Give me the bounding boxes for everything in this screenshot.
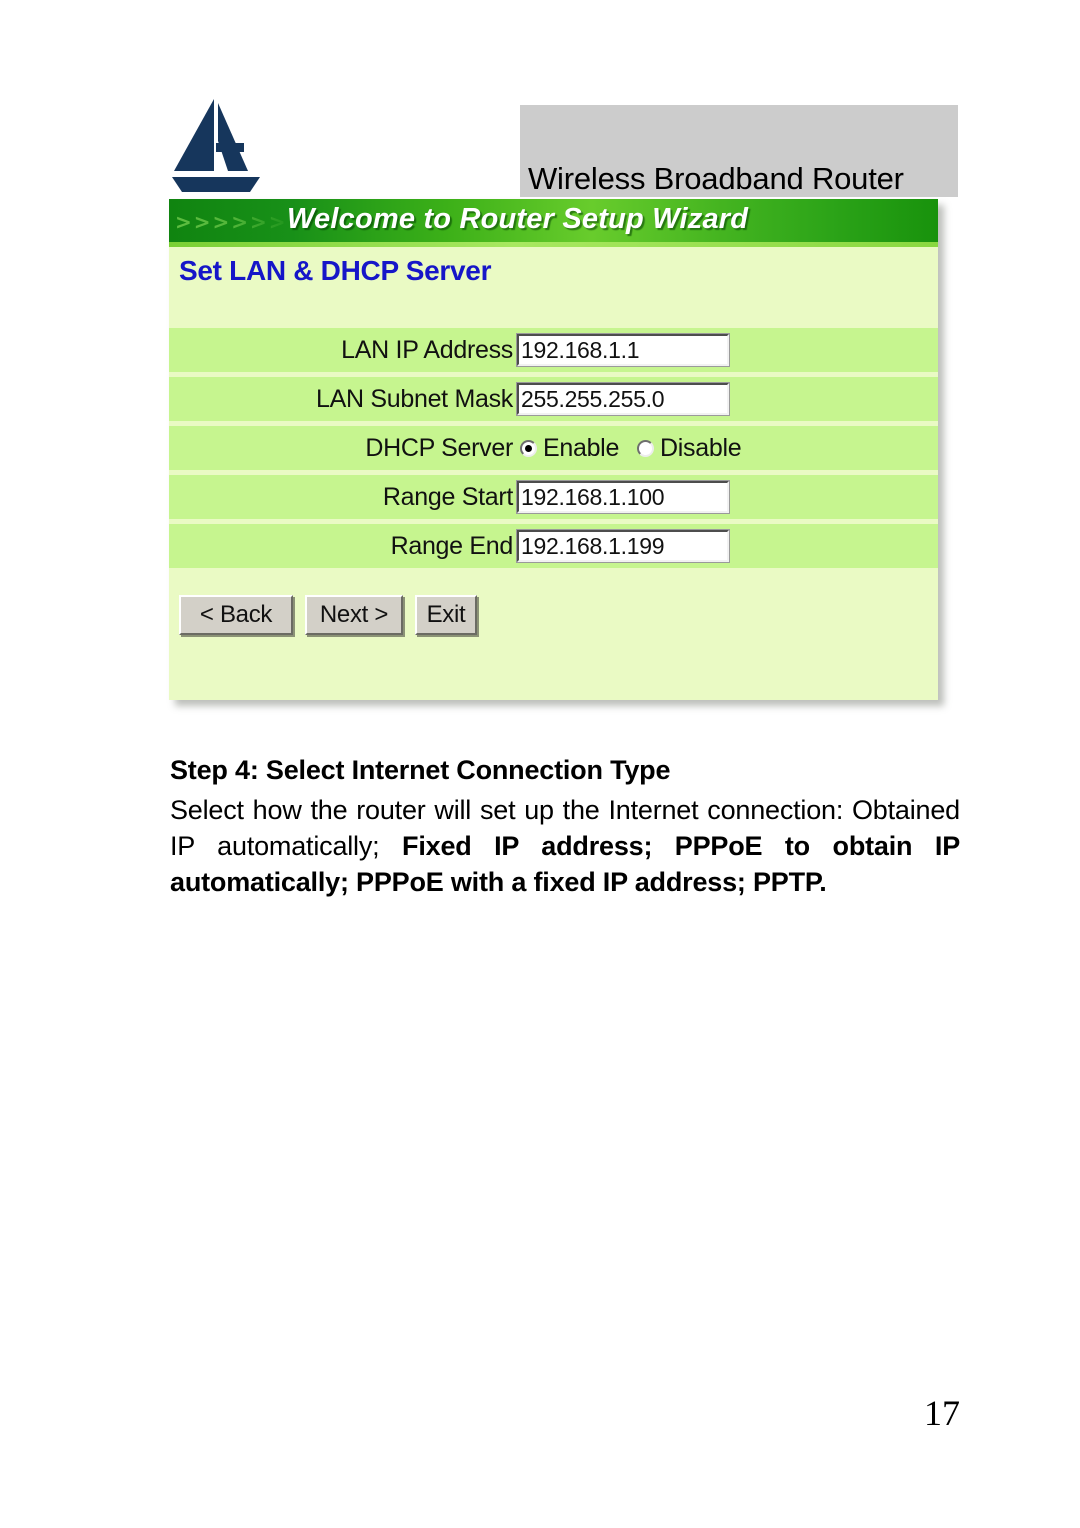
form-row-lan-ip-address: LAN IP Address 192.168.1.1 bbox=[169, 328, 938, 372]
range-start-input[interactable]: 192.168.1.100 bbox=[516, 480, 730, 514]
section-heading: Set LAN & DHCP Server bbox=[179, 255, 492, 286]
page-header: Wireless Broadband Router bbox=[0, 0, 1080, 200]
label-range-end: Range End bbox=[390, 532, 514, 560]
wizard-button-bar: < Back Next > Exit bbox=[179, 595, 477, 635]
radio-unselected-icon[interactable] bbox=[637, 439, 655, 457]
page-number: 17 bbox=[924, 1393, 960, 1433]
range-end-input[interactable]: 192.168.1.199 bbox=[516, 529, 730, 563]
wizard-banner-title: Welcome to Router Setup Wizard bbox=[287, 203, 749, 235]
back-button[interactable]: < Back bbox=[179, 595, 293, 635]
next-button[interactable]: Next > bbox=[305, 595, 403, 635]
radio-selected-icon[interactable] bbox=[520, 439, 537, 457]
label-dhcp-server: DHCP Server bbox=[365, 434, 513, 462]
field-range-end: 192.168.1.199 bbox=[516, 529, 938, 563]
field-dhcp-server: Enable Disable bbox=[517, 434, 938, 463]
dhcp-disable-label: Disable bbox=[660, 433, 742, 462]
form-row-lan-subnet-mask: LAN Subnet Mask 255.255.255.0 bbox=[169, 377, 938, 421]
label-range-start: Range Start bbox=[382, 483, 513, 511]
dhcp-enable-label: Enable bbox=[543, 433, 620, 462]
label-lan-subnet-mask: LAN Subnet Mask bbox=[316, 385, 513, 413]
lan-ip-address-input[interactable]: 192.168.1.1 bbox=[516, 333, 730, 367]
field-range-start: 192.168.1.100 bbox=[516, 480, 938, 514]
lan-subnet-mask-input[interactable]: 255.255.255.0 bbox=[516, 382, 730, 416]
atlantis-sailboat-logo-icon bbox=[170, 97, 266, 195]
field-lan-subnet-mask: 255.255.255.0 bbox=[516, 382, 938, 416]
form-row-range-end: Range End 192.168.1.199 bbox=[169, 524, 938, 568]
lan-dhcp-form: LAN IP Address 192.168.1.1 LAN Subnet Ma… bbox=[169, 328, 938, 573]
exit-button[interactable]: Exit bbox=[415, 595, 477, 635]
router-setup-wizard-panel: >>>>>> Welcome to Router Setup Wizard Se… bbox=[169, 199, 938, 700]
label-lan-ip-address: LAN IP Address bbox=[341, 336, 513, 364]
manual-body-text: Step 4: Select Internet Connection Type … bbox=[170, 752, 960, 900]
wizard-banner: >>>>>> Welcome to Router Setup Wizard bbox=[169, 199, 938, 247]
dhcp-enable-radio[interactable]: Enable bbox=[520, 434, 619, 463]
step-heading: Step 4: Select Internet Connection Type bbox=[170, 755, 671, 785]
field-lan-ip-address: 192.168.1.1 bbox=[516, 333, 938, 367]
product-title-bar: Wireless Broadband Router bbox=[520, 105, 958, 197]
form-row-range-start: Range Start 192.168.1.100 bbox=[169, 475, 938, 519]
step-body: Select how the router will set up the In… bbox=[170, 792, 960, 900]
form-row-dhcp-server: DHCP Server Enable Disable bbox=[169, 426, 938, 470]
product-title: Wireless Broadband Router bbox=[528, 161, 904, 196]
chevron-arrows-icon: >>>>>> bbox=[175, 210, 288, 234]
dhcp-disable-radio[interactable]: Disable bbox=[637, 433, 742, 463]
